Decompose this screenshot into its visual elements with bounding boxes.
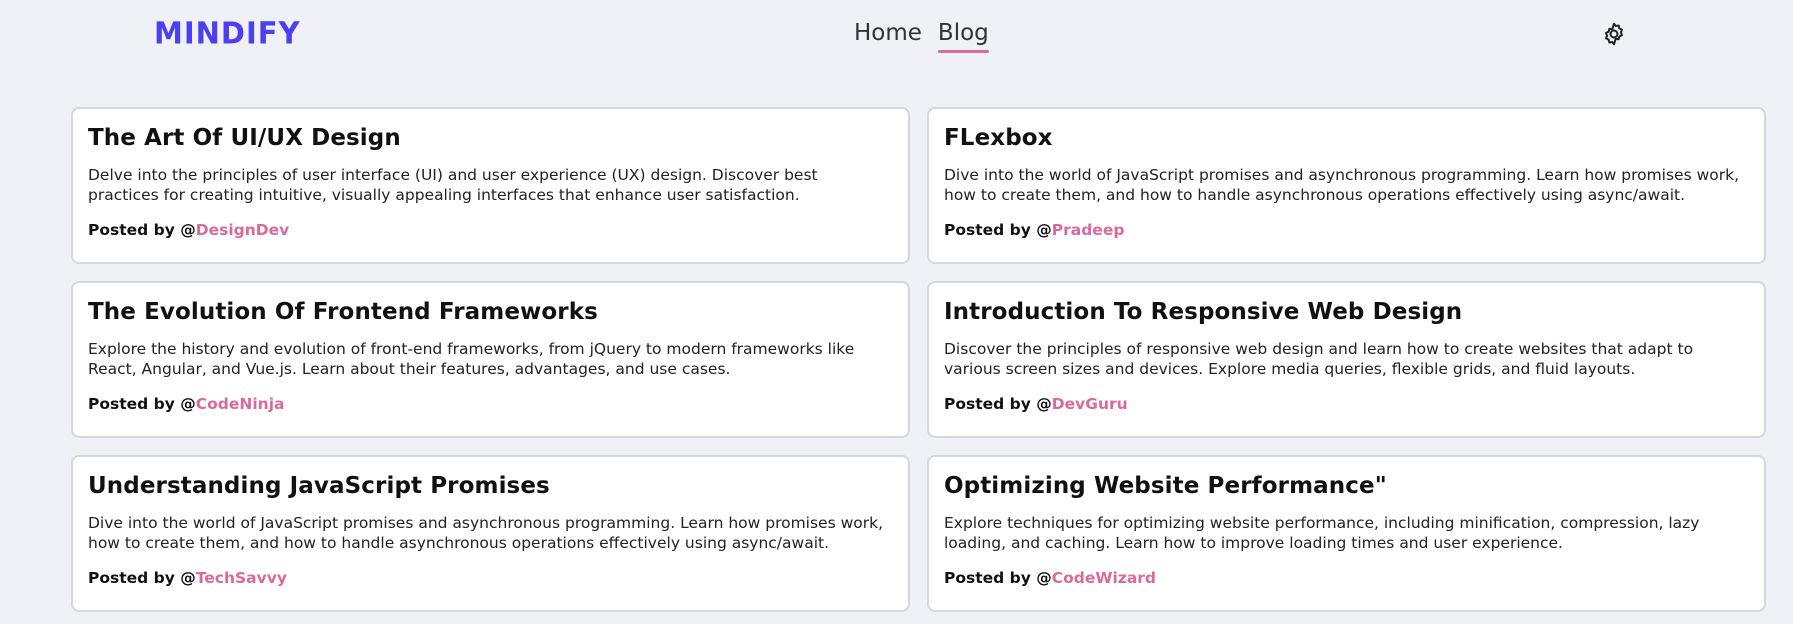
post-title[interactable]: FLexbox (944, 125, 1749, 151)
post-card[interactable]: Introduction To Responsive Web Design Di… (927, 281, 1766, 438)
nav-home[interactable]: Home (854, 20, 922, 52)
post-title[interactable]: The Evolution Of Frontend Frameworks (88, 299, 893, 325)
posted-by-label: Posted by @ (88, 395, 196, 413)
post-author-link[interactable]: DesignDev (196, 221, 290, 239)
post-card[interactable]: The Evolution Of Frontend Frameworks Exp… (71, 281, 910, 438)
post-card[interactable]: The Art Of UI/UX Design Delve into the p… (71, 107, 910, 264)
post-title[interactable]: The Art Of UI/UX Design (88, 125, 893, 151)
post-excerpt: Discover the principles of responsive we… (944, 340, 1694, 378)
post-meta: Posted by @CodeNinja (88, 395, 893, 413)
post-excerpt: Dive into the world of JavaScript promis… (944, 166, 1740, 204)
post-meta: Posted by @TechSavvy (88, 569, 893, 587)
nav-blog[interactable]: Blog (937, 20, 989, 53)
posted-by-label: Posted by @ (944, 569, 1052, 587)
posted-by-label: Posted by @ (88, 221, 196, 239)
post-title[interactable]: Introduction To Responsive Web Design (944, 299, 1749, 325)
post-author-link[interactable]: TechSavvy (196, 569, 287, 587)
posted-by-label: Posted by @ (88, 569, 196, 587)
post-excerpt: Explore the history and evolution of fro… (88, 340, 855, 378)
post-meta: Posted by @CodeWizard (944, 569, 1749, 587)
top-header: MINDIFY Home Blog (0, 0, 1793, 70)
post-excerpt: Delve into the principles of user interf… (88, 166, 818, 204)
post-meta: Posted by @DevGuru (944, 395, 1749, 413)
gear-icon[interactable] (1601, 21, 1627, 47)
post-title[interactable]: Understanding JavaScript Promises (88, 473, 893, 499)
brand-logo[interactable]: MINDIFY (154, 15, 301, 51)
post-card[interactable]: FLexbox Dive into the world of JavaScrip… (927, 107, 1766, 264)
post-meta: Posted by @DesignDev (88, 221, 893, 239)
post-excerpt: Dive into the world of JavaScript promis… (88, 514, 884, 552)
main-nav: Home Blog (854, 20, 989, 53)
post-author-link[interactable]: CodeWizard (1052, 569, 1156, 587)
posted-by-label: Posted by @ (944, 221, 1052, 239)
post-author-link[interactable]: CodeNinja (196, 395, 285, 413)
post-meta: Posted by @Pradeep (944, 221, 1749, 239)
posted-by-label: Posted by @ (944, 395, 1052, 413)
post-excerpt: Explore techniques for optimizing websit… (944, 514, 1700, 552)
post-author-link[interactable]: Pradeep (1052, 221, 1125, 239)
post-grid: The Art Of UI/UX Design Delve into the p… (71, 107, 1766, 612)
post-title[interactable]: Optimizing Website Performance" (944, 473, 1749, 499)
post-card[interactable]: Understanding JavaScript Promises Dive i… (71, 455, 910, 612)
post-author-link[interactable]: DevGuru (1052, 395, 1128, 413)
post-card[interactable]: Optimizing Website Performance" Explore … (927, 455, 1766, 612)
